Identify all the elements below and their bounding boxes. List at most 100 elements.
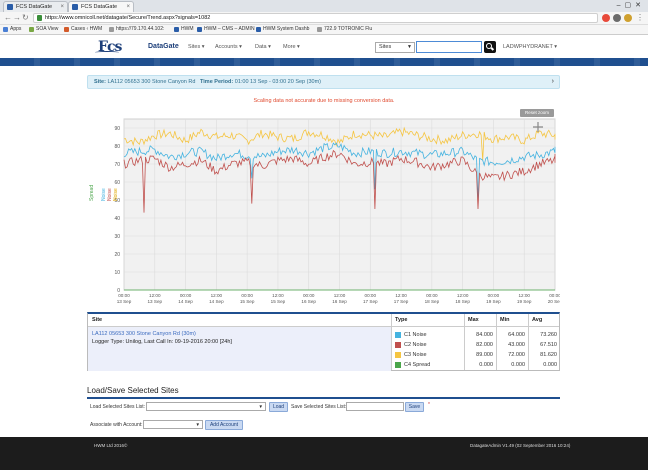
x-tick-time: 12:00 xyxy=(457,293,469,298)
bookmark-apps[interactable]: Apps xyxy=(2,25,21,34)
footer-version: DatagateAdmin V1.49 (02 September 2016 1… xyxy=(470,443,571,448)
lock-icon xyxy=(37,15,42,21)
type-row: C4 Spread 0.000 0.000 0.000 xyxy=(394,360,559,370)
avg-value: 0.000 xyxy=(543,362,557,368)
reload-icon[interactable]: ↻ xyxy=(22,13,29,23)
x-tick-date: 15 Sep xyxy=(240,299,255,304)
nav-sites[interactable]: Sites ▾ xyxy=(188,44,205,50)
browser-tab[interactable]: FCS DataGate × xyxy=(3,1,68,12)
extension-icon[interactable] xyxy=(613,14,621,22)
bookmark-icon xyxy=(256,27,261,32)
load-list-label: Load Selected Sites List: xyxy=(90,404,146,410)
bookmark-icon xyxy=(64,27,69,32)
user-menu[interactable]: LADWPHYDRANET ▾ xyxy=(503,44,557,50)
reset-zoom-button[interactable]: Reset zoom xyxy=(520,109,554,117)
bookmarks-bar: Apps SOA View Cases ‹ HWM https://79.170… xyxy=(0,25,648,35)
x-tick-date: 13 Sep xyxy=(148,299,163,304)
site-info-bar[interactable]: Site: LA112 05653 300 Stone Canyon Rd Ti… xyxy=(87,75,560,89)
logo-swoosh xyxy=(95,51,119,54)
app-name: DataGate xyxy=(148,43,179,50)
close-tab-icon[interactable]: × xyxy=(60,2,64,12)
forward-icon[interactable]: → xyxy=(13,13,21,23)
bookmark-cases[interactable]: Cases ‹ HWM xyxy=(63,25,102,34)
max-value: 0.000 xyxy=(479,362,493,368)
y-tick-label: 70 xyxy=(114,162,120,168)
col-header-avg: Avg xyxy=(532,317,543,323)
nav-more[interactable]: More ▾ xyxy=(283,44,300,50)
axis-title-spread: Spread xyxy=(89,184,95,201)
series-swatch xyxy=(395,332,401,338)
url-field[interactable]: https://www.omnicoll.net/datagate/Secure… xyxy=(33,13,598,23)
save-list-input[interactable] xyxy=(346,402,404,411)
bookmark-hwm[interactable]: HWM xyxy=(173,25,194,34)
x-tick-time: 00:00 xyxy=(241,293,253,298)
axis-title-noise: Noise xyxy=(113,188,119,201)
load-save-title: Load/Save Selected Sites xyxy=(87,386,179,395)
browser-tab-active[interactable]: FCS DataGate × xyxy=(68,1,134,12)
window-controls[interactable]: ‒▢✕ xyxy=(617,1,645,9)
bookmark-soa[interactable]: SOA View xyxy=(28,25,58,34)
browser-tab-bar: FCS DataGate × FCS DataGate × ‒▢✕ xyxy=(0,0,648,12)
x-tick-date: 18 Sep xyxy=(425,299,440,304)
x-tick-time: 00:00 xyxy=(488,293,500,298)
x-tick-time: 00:00 xyxy=(180,293,192,298)
avg-value: 73.260 xyxy=(540,332,557,338)
type-name: C1 Noise xyxy=(404,332,427,338)
bookmark-icon xyxy=(317,27,322,32)
bookmark-dashboard[interactable]: HWM System Dashb xyxy=(255,25,309,34)
y-tick-label: 80 xyxy=(114,144,120,150)
x-tick-date: 13 Sep xyxy=(117,299,132,304)
type-row: C3 Noise 89.000 72.000 81.620 xyxy=(394,350,559,360)
account-select[interactable]: ▼ xyxy=(143,420,203,429)
chevron-right-icon[interactable]: › xyxy=(552,76,554,88)
search-button[interactable] xyxy=(484,41,496,53)
x-tick-time: 00:00 xyxy=(426,293,438,298)
app-header: Fcs DataGate Sites ▾ Accounts ▾ Data ▾ M… xyxy=(0,35,648,58)
site-type-select[interactable]: Sites ▼ xyxy=(375,42,415,53)
chart-svg[interactable]: 010203040506070809000:0013 Sep12:0013 Se… xyxy=(87,105,560,310)
bookmark-icon xyxy=(29,27,34,32)
x-tick-date: 19 Sep xyxy=(486,299,501,304)
x-tick-date: 14 Sep xyxy=(209,299,224,304)
close-tab-icon[interactable]: × xyxy=(126,2,130,12)
bookmark-ip[interactable]: https://79.170.44.102: xyxy=(108,25,164,34)
series-swatch xyxy=(395,352,401,358)
avg-value: 67.510 xyxy=(540,342,557,348)
add-account-button[interactable]: Add Account xyxy=(205,420,243,430)
bookmark-totronic[interactable]: 722.9 TOTRONIC Flu xyxy=(316,25,372,34)
fcs-logo[interactable]: Fcs xyxy=(95,39,122,55)
x-tick-date: 18 Sep xyxy=(455,299,470,304)
load-button[interactable]: Load xyxy=(269,402,288,412)
max-value: 89.000 xyxy=(476,352,493,358)
site-link[interactable]: LA112 05653 300 Stone Canyon Rd (30m) xyxy=(92,331,196,337)
min-value: 64.000 xyxy=(508,332,525,338)
save-button[interactable]: Save xyxy=(405,402,424,412)
col-header-max: Max xyxy=(468,317,479,323)
menu-icon[interactable]: ⋮ xyxy=(636,13,644,23)
max-value: 82.000 xyxy=(476,342,493,348)
type-name: C4 Spread xyxy=(404,362,431,368)
series-swatch xyxy=(395,362,401,368)
trend-chart[interactable]: 0 10 20 30 40 50 60 70 80 90 00:00 13 Sep 12:00 13 Se… xyxy=(87,105,560,310)
type-name: C3 Noise xyxy=(404,352,427,358)
bookmark-icon xyxy=(109,27,114,32)
extension-icon[interactable] xyxy=(624,14,632,22)
type-row: C1 Noise 84.000 64.000 73.260 xyxy=(394,330,559,340)
bookmark-cms[interactable]: HWM – CMS – ADMIN xyxy=(196,25,255,34)
load-list-select[interactable]: ▼ xyxy=(146,402,266,411)
site-search-input[interactable] xyxy=(416,41,482,53)
apps-icon xyxy=(3,27,8,32)
nav-accounts[interactable]: Accounts ▾ xyxy=(215,44,242,50)
extension-icon[interactable] xyxy=(602,14,610,22)
min-value: 72.000 xyxy=(508,352,525,358)
load-save-divider xyxy=(87,397,560,399)
footer: HWM Ltd 2016© DatagateAdmin V1.49 (02 Se… xyxy=(0,437,648,470)
x-tick-time: 00:00 xyxy=(118,293,130,298)
x-tick-date: 14 Sep xyxy=(178,299,193,304)
x-tick-date: 17 Sep xyxy=(394,299,409,304)
y-tick-label: 60 xyxy=(114,180,120,186)
type-name: C2 Noise xyxy=(404,342,427,348)
back-icon[interactable]: ← xyxy=(4,13,12,23)
min-value: 0.000 xyxy=(511,362,525,368)
nav-data[interactable]: Data ▾ xyxy=(255,44,271,50)
